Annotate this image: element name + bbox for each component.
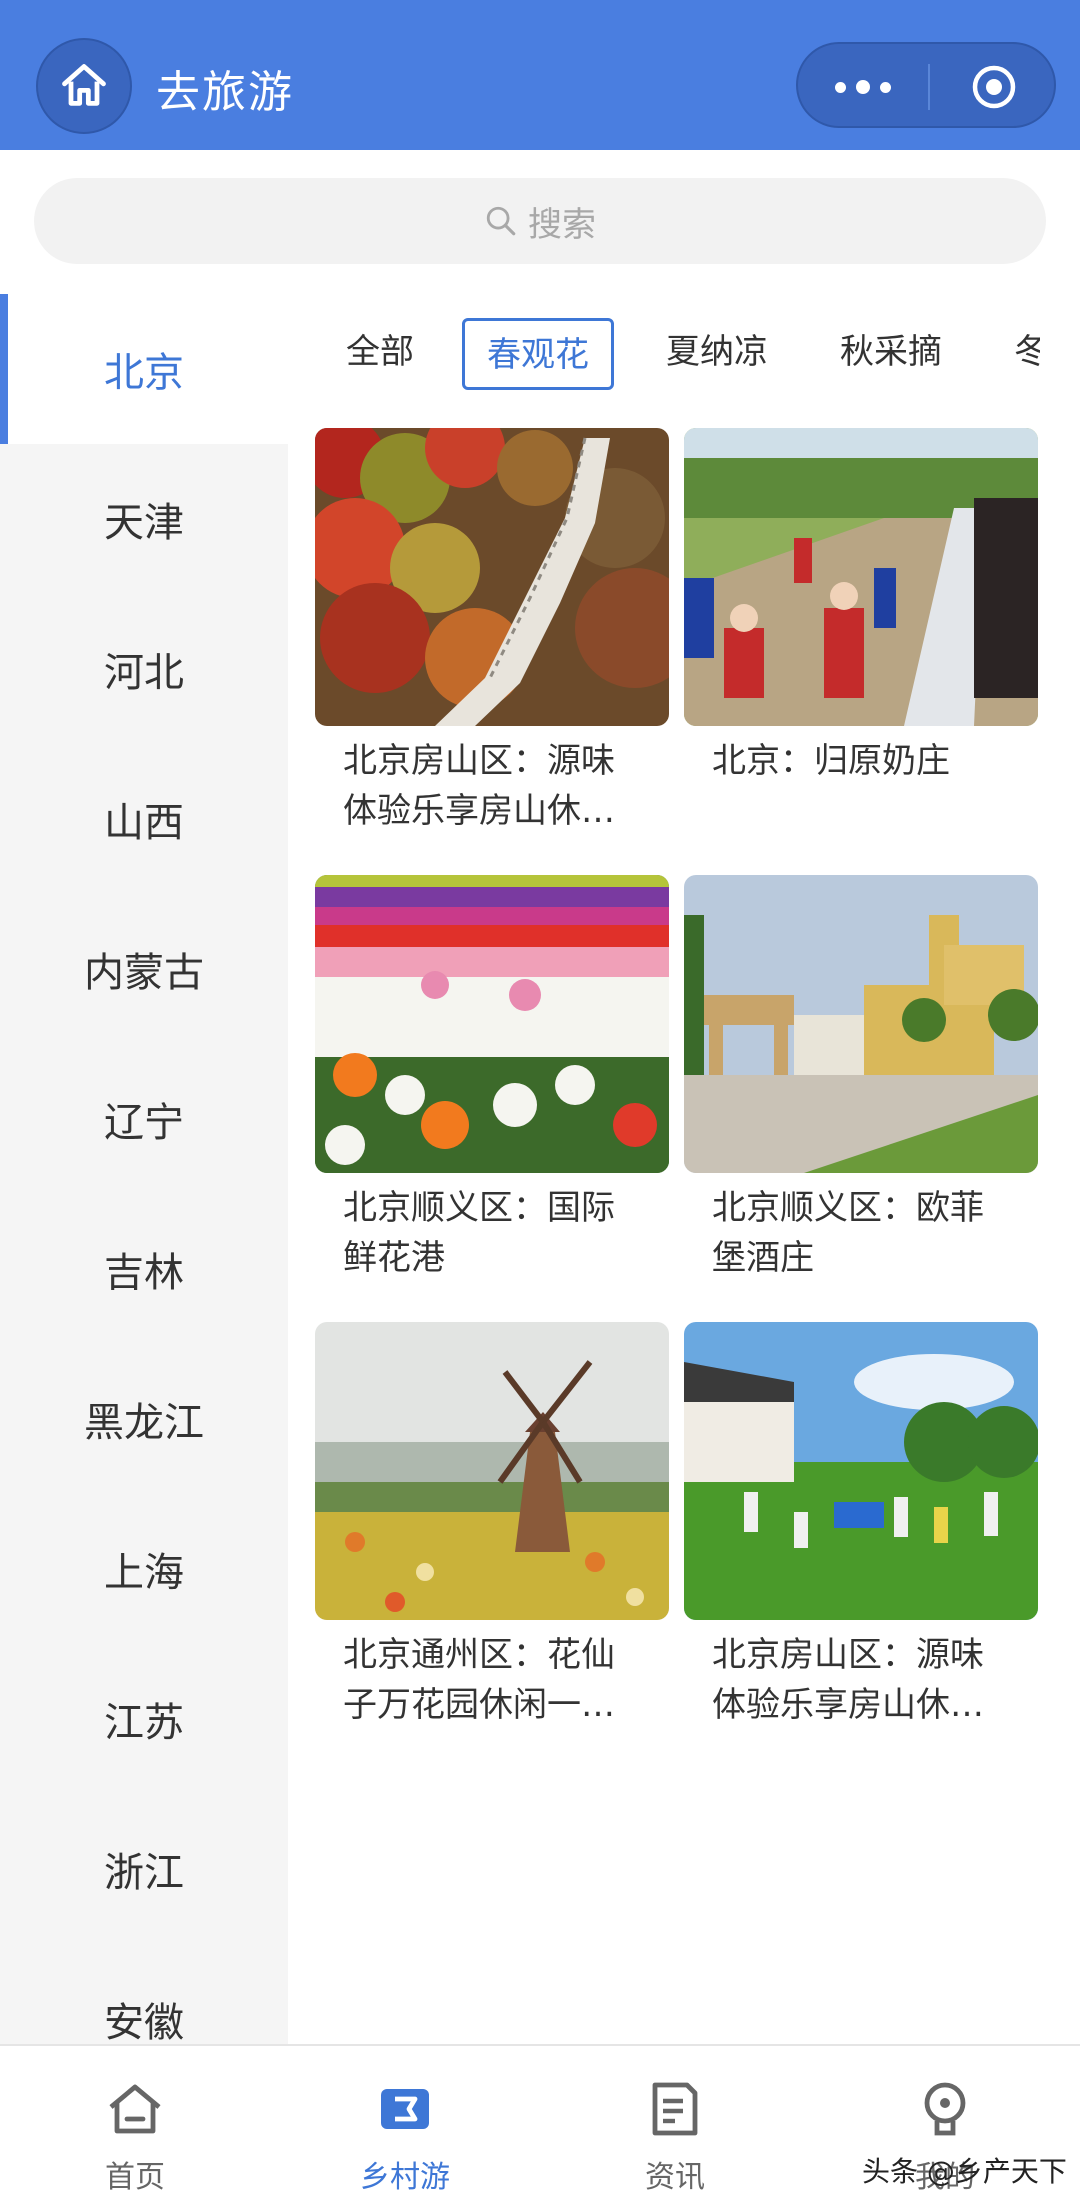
attraction-photo: [315, 875, 669, 1173]
page: 去旅游 搜索 北京 天津 河北 山西 内蒙古 辽宁 吉林 黑龙江 上海 江苏 浙…: [0, 0, 1080, 2211]
sidebar-item-hebei[interactable]: 河北: [0, 594, 288, 744]
season-tabs: 全部 春观花 夏纳凉 秋采摘 冬: [310, 318, 1040, 394]
sidebar-item-label: 江苏: [104, 1700, 184, 1746]
search-icon: [486, 206, 516, 236]
sidebar-item-shanxi[interactable]: 山西: [0, 744, 288, 894]
sidebar-item-label: 辽宁: [104, 1100, 184, 1146]
sidebar-item-jiangsu[interactable]: 江苏: [0, 1644, 288, 1794]
home-icon: [62, 64, 106, 106]
tab-summer-cool[interactable]: 夏纳凉: [666, 318, 768, 390]
app-title: 去旅游: [156, 67, 294, 118]
attraction-card[interactable]: 北京顺义区：国际鲜花港: [315, 875, 669, 1283]
sidebar-item-label: 天津: [104, 500, 184, 546]
sidebar-item-label: 上海: [104, 1550, 184, 1596]
tab-all[interactable]: 全部: [346, 318, 414, 390]
sidebar-item-label: 黑龙江: [84, 1400, 204, 1446]
sidebar-item-label: 北京: [104, 350, 184, 396]
tab-autumn-picking[interactable]: 秋采摘: [840, 318, 942, 390]
attraction-title: 北京房山区：源味体验乐享房山休…: [343, 741, 615, 831]
attraction-card[interactable]: 北京：归原奶庄: [684, 428, 1038, 836]
sidebar-item-label: 浙江: [104, 1850, 184, 1896]
sidebar-item-neimenggu[interactable]: 内蒙古: [0, 894, 288, 1044]
attraction-photo: [315, 1322, 669, 1620]
attraction-card[interactable]: 北京房山区：源味体验乐享房山休…: [315, 428, 669, 836]
attraction-photo: [684, 428, 1038, 726]
search-placeholder: 搜索: [528, 204, 596, 245]
nav-news[interactable]: 资讯: [575, 2076, 775, 2206]
rural-tour-icon: [381, 2089, 429, 2129]
nav-rural-tour[interactable]: 乡村游: [305, 2076, 505, 2206]
nav-label: 首页: [105, 2160, 165, 2195]
sidebar-item-liaoning[interactable]: 辽宁: [0, 1044, 288, 1194]
nav-label: 资讯: [645, 2160, 705, 2195]
attraction-card[interactable]: 北京顺义区：欧菲堡酒庄: [684, 875, 1038, 1283]
tab-winter[interactable]: 冬: [1014, 318, 1040, 390]
sidebar-item-label: 安徽: [104, 2000, 184, 2046]
sidebar-item-label: 河北: [104, 650, 184, 696]
app-header: 去旅游: [0, 0, 1080, 150]
profile-icon: [924, 2082, 966, 2136]
attraction-title: 北京顺义区：欧菲堡酒庄: [712, 1188, 984, 1278]
attraction-card[interactable]: 北京房山区：源味体验乐享房山休…: [684, 1322, 1038, 1730]
more-button[interactable]: [798, 44, 928, 130]
nav-label: 乡村游: [360, 2160, 450, 2195]
news-icon: [652, 2082, 698, 2136]
sidebar-item-label: 吉林: [104, 1250, 184, 1296]
attraction-title: 北京顺义区：国际鲜花港: [343, 1188, 615, 1278]
sidebar-item-label: 内蒙古: [84, 950, 204, 996]
sidebar-item-jilin[interactable]: 吉林: [0, 1194, 288, 1344]
attraction-card[interactable]: 北京通州区：花仙子万花园休闲一…: [315, 1322, 669, 1730]
attraction-photo: [684, 875, 1038, 1173]
attraction-title: 北京通州区：花仙子万花园休闲一…: [343, 1635, 615, 1725]
target-close-icon: [972, 65, 1016, 109]
attraction-photo: [315, 428, 669, 726]
search-bar[interactable]: 搜索: [34, 178, 1046, 264]
attraction-title: 北京：归原奶庄: [712, 741, 950, 781]
province-sidebar: 北京 天津 河北 山西 内蒙古 辽宁 吉林 黑龙江 上海 江苏 浙江 安徽: [0, 294, 288, 2046]
watermark-text: 头条 @乡产天下: [862, 2155, 1067, 2188]
attraction-photo: [684, 1322, 1038, 1620]
close-button[interactable]: [930, 44, 1058, 130]
sidebar-item-shanghai[interactable]: 上海: [0, 1494, 288, 1644]
tab-spring-flowers[interactable]: 春观花: [462, 318, 614, 390]
sidebar-item-tianjin[interactable]: 天津: [0, 444, 288, 594]
sidebar-item-heilongjiang[interactable]: 黑龙江: [0, 1344, 288, 1494]
attraction-title: 北京房山区：源味体验乐享房山休…: [712, 1635, 984, 1725]
sidebar-item-beijing[interactable]: 北京: [0, 294, 288, 444]
more-dots-icon: [835, 80, 891, 94]
home-outline-icon: [109, 2084, 161, 2134]
nav-home[interactable]: 首页: [35, 2076, 235, 2206]
sidebar-item-label: 山西: [104, 800, 184, 846]
home-button[interactable]: [36, 38, 132, 134]
mini-program-capsule: [796, 42, 1056, 128]
sidebar-item-zhejiang[interactable]: 浙江: [0, 1794, 288, 1944]
